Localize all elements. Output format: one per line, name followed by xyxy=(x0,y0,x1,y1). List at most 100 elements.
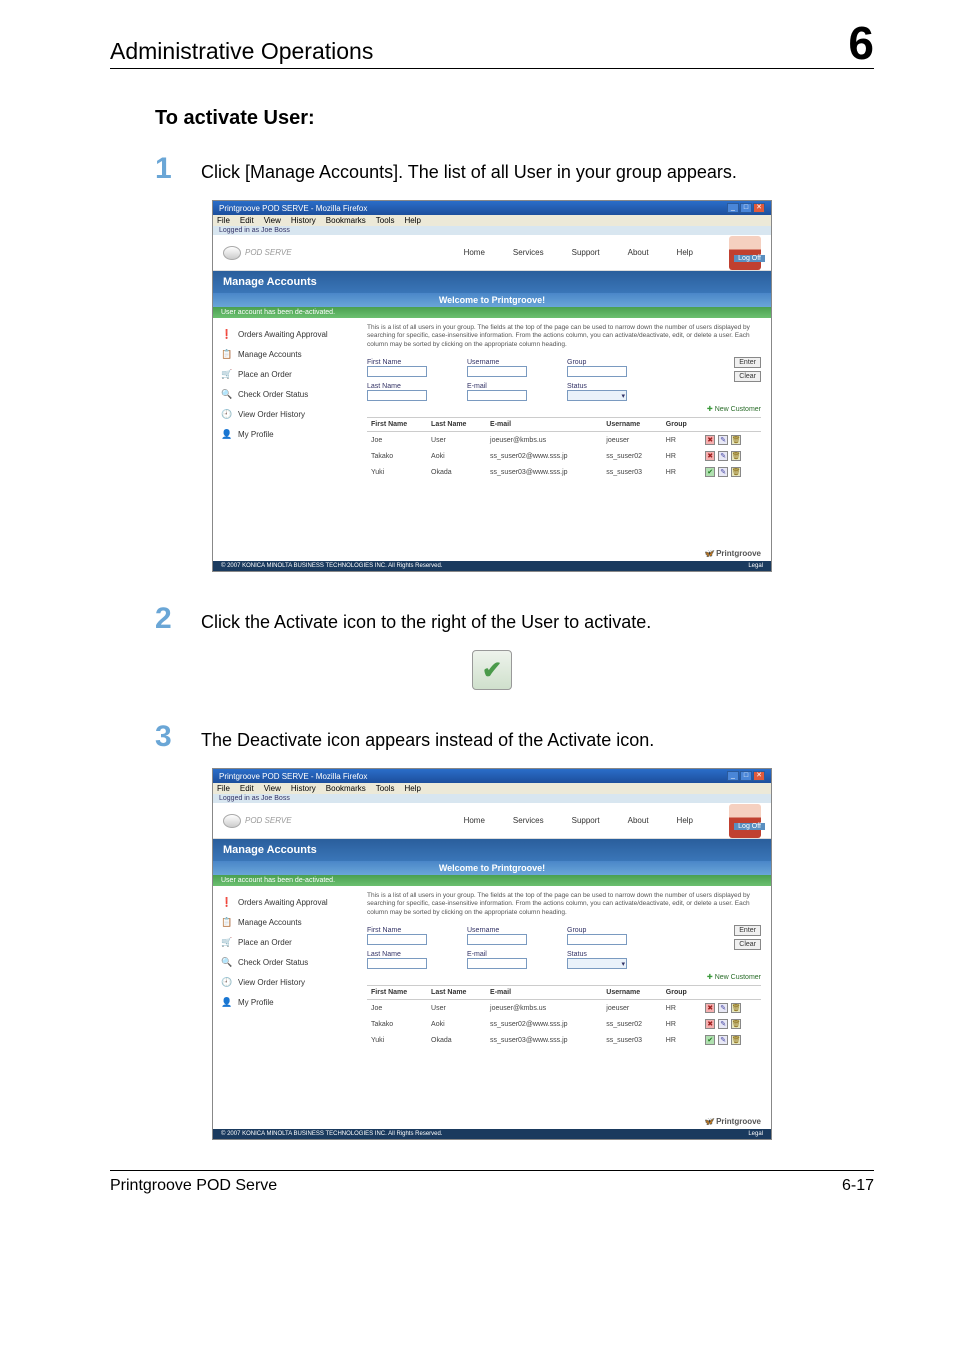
topnav-link[interactable]: Services xyxy=(513,816,544,825)
delete-icon[interactable]: 🗑 xyxy=(731,1035,741,1045)
menu-item[interactable]: Bookmarks xyxy=(326,784,366,793)
brand-footer: 🦋 Printgroove xyxy=(213,546,771,561)
menu-item[interactable]: Bookmarks xyxy=(326,216,366,225)
menu-item[interactable]: View xyxy=(264,784,281,793)
maximize-button[interactable]: □ xyxy=(740,771,752,781)
topnav-link[interactable]: Help xyxy=(677,816,693,825)
menu-item[interactable]: History xyxy=(291,784,316,793)
sidebar-item[interactable]: 🔍 Check Order Status xyxy=(219,952,357,972)
table-header[interactable]: Username xyxy=(602,418,662,432)
topnav-link[interactable]: Support xyxy=(572,248,600,257)
topnav-link[interactable]: Help xyxy=(677,248,693,257)
topnav-link[interactable]: Services xyxy=(513,248,544,257)
edit-icon[interactable]: ✎ xyxy=(718,1019,728,1029)
activate-icon[interactable]: ✔ xyxy=(705,1035,715,1045)
new-customer-link[interactable]: New Customer xyxy=(367,405,761,413)
legal-link[interactable]: Legal xyxy=(748,563,763,569)
group-input[interactable] xyxy=(567,934,627,945)
edit-icon[interactable]: ✎ xyxy=(718,1003,728,1013)
table-header[interactable]: First Name xyxy=(367,418,427,432)
menu-item[interactable]: Edit xyxy=(240,216,254,225)
sidebar-item[interactable]: 👤 My Profile xyxy=(219,992,357,1012)
menu-item[interactable]: File xyxy=(217,784,230,793)
table-header[interactable]: Group xyxy=(662,986,701,1000)
edit-icon[interactable]: ✎ xyxy=(718,467,728,477)
menu-item[interactable]: Help xyxy=(404,216,420,225)
new-customer-link[interactable]: New Customer xyxy=(367,973,761,981)
minimize-button[interactable]: _ xyxy=(727,203,739,213)
table-row: JoeUserjoeuser@kmbs.usjoeuserHR ✖ ✎ 🗑 xyxy=(367,1000,761,1017)
table-header[interactable]: Last Name xyxy=(427,986,486,1000)
clear-button[interactable]: Clear xyxy=(734,939,761,950)
edit-icon[interactable]: ✎ xyxy=(718,451,728,461)
status-select[interactable]: ▾ xyxy=(567,390,627,401)
first-name-input[interactable] xyxy=(367,366,427,377)
deactivate-icon[interactable]: ✖ xyxy=(705,451,715,461)
deactivate-icon[interactable]: ✖ xyxy=(705,435,715,445)
topnav-link[interactable]: Support xyxy=(572,816,600,825)
activate-icon[interactable]: ✔ xyxy=(705,467,715,477)
edit-icon[interactable]: ✎ xyxy=(718,435,728,445)
edit-icon[interactable]: ✎ xyxy=(718,1035,728,1045)
delete-icon[interactable]: 🗑 xyxy=(731,1003,741,1013)
sidebar-item[interactable]: 📋 Manage Accounts xyxy=(219,344,357,364)
close-button[interactable]: ✕ xyxy=(753,203,765,213)
sidebar-item[interactable]: 🛒 Place an Order xyxy=(219,364,357,384)
table-header[interactable]: Group xyxy=(662,418,701,432)
username-input[interactable] xyxy=(467,366,527,377)
table-header[interactable]: E-mail xyxy=(486,986,602,1000)
menu-item[interactable]: Help xyxy=(404,784,420,793)
deactivate-icon[interactable]: ✖ xyxy=(705,1003,715,1013)
sidebar-item[interactable]: 🕘 View Order History xyxy=(219,404,357,424)
table-header[interactable]: Username xyxy=(602,986,662,1000)
table-row: YukiOkadass_suser03@www.sss.jpss_suser03… xyxy=(367,1032,761,1048)
status-select[interactable]: ▾ xyxy=(567,958,627,969)
menu-item[interactable]: Tools xyxy=(376,216,395,225)
username-input[interactable] xyxy=(467,934,527,945)
maximize-button[interactable]: □ xyxy=(740,203,752,213)
sidebar: ❗ Orders Awaiting Approval 📋 Manage Acco… xyxy=(213,318,363,546)
sidebar-item[interactable]: ❗ Orders Awaiting Approval xyxy=(219,892,357,912)
menu-item[interactable]: File xyxy=(217,216,230,225)
sidebar-item[interactable]: 👤 My Profile xyxy=(219,424,357,444)
topnav-link[interactable]: About xyxy=(628,248,649,257)
sidebar-item[interactable]: 🛒 Place an Order xyxy=(219,932,357,952)
delete-icon[interactable]: 🗑 xyxy=(731,451,741,461)
menu-item[interactable]: Edit xyxy=(240,784,254,793)
last-name-input[interactable] xyxy=(367,390,427,401)
table-header[interactable]: E-mail xyxy=(486,418,602,432)
email-input[interactable] xyxy=(467,958,527,969)
legal-link[interactable]: Legal xyxy=(748,1131,763,1137)
sidebar-item[interactable]: 📋 Manage Accounts xyxy=(219,912,357,932)
sidebar-item[interactable]: 🕘 View Order History xyxy=(219,972,357,992)
topnav-link[interactable]: Home xyxy=(464,816,485,825)
menu-item[interactable]: History xyxy=(291,216,316,225)
enter-button[interactable]: Enter xyxy=(734,357,761,368)
enter-button[interactable]: Enter xyxy=(734,925,761,936)
first-name-input[interactable] xyxy=(367,934,427,945)
close-button[interactable]: ✕ xyxy=(753,771,765,781)
logo-icon xyxy=(223,246,241,260)
delete-icon[interactable]: 🗑 xyxy=(731,1019,741,1029)
deactivate-icon[interactable]: ✖ xyxy=(705,1019,715,1029)
menu-item[interactable]: Tools xyxy=(376,784,395,793)
table-header[interactable]: First Name xyxy=(367,986,427,1000)
minimize-button[interactable]: _ xyxy=(727,771,739,781)
menu-item[interactable]: View xyxy=(264,216,281,225)
topnav-link[interactable]: About xyxy=(628,816,649,825)
email-input[interactable] xyxy=(467,390,527,401)
logoff-link[interactable]: Log Off xyxy=(734,823,765,830)
topnav-link[interactable]: Home xyxy=(464,248,485,257)
clear-button[interactable]: Clear xyxy=(734,371,761,382)
sidebar-item-label: Orders Awaiting Approval xyxy=(238,330,328,339)
sidebar-item[interactable]: ❗ Orders Awaiting Approval xyxy=(219,324,357,344)
sidebar-item[interactable]: 🔍 Check Order Status xyxy=(219,384,357,404)
delete-icon[interactable]: 🗑 xyxy=(731,435,741,445)
last-name-input[interactable] xyxy=(367,958,427,969)
table-header[interactable]: Last Name xyxy=(427,418,486,432)
delete-icon[interactable]: 🗑 xyxy=(731,467,741,477)
logoff-link[interactable]: Log Off xyxy=(734,255,765,262)
sidebar: ❗ Orders Awaiting Approval 📋 Manage Acco… xyxy=(213,886,363,1114)
sidebar-icon: 🕘 xyxy=(221,408,233,420)
group-input[interactable] xyxy=(567,366,627,377)
